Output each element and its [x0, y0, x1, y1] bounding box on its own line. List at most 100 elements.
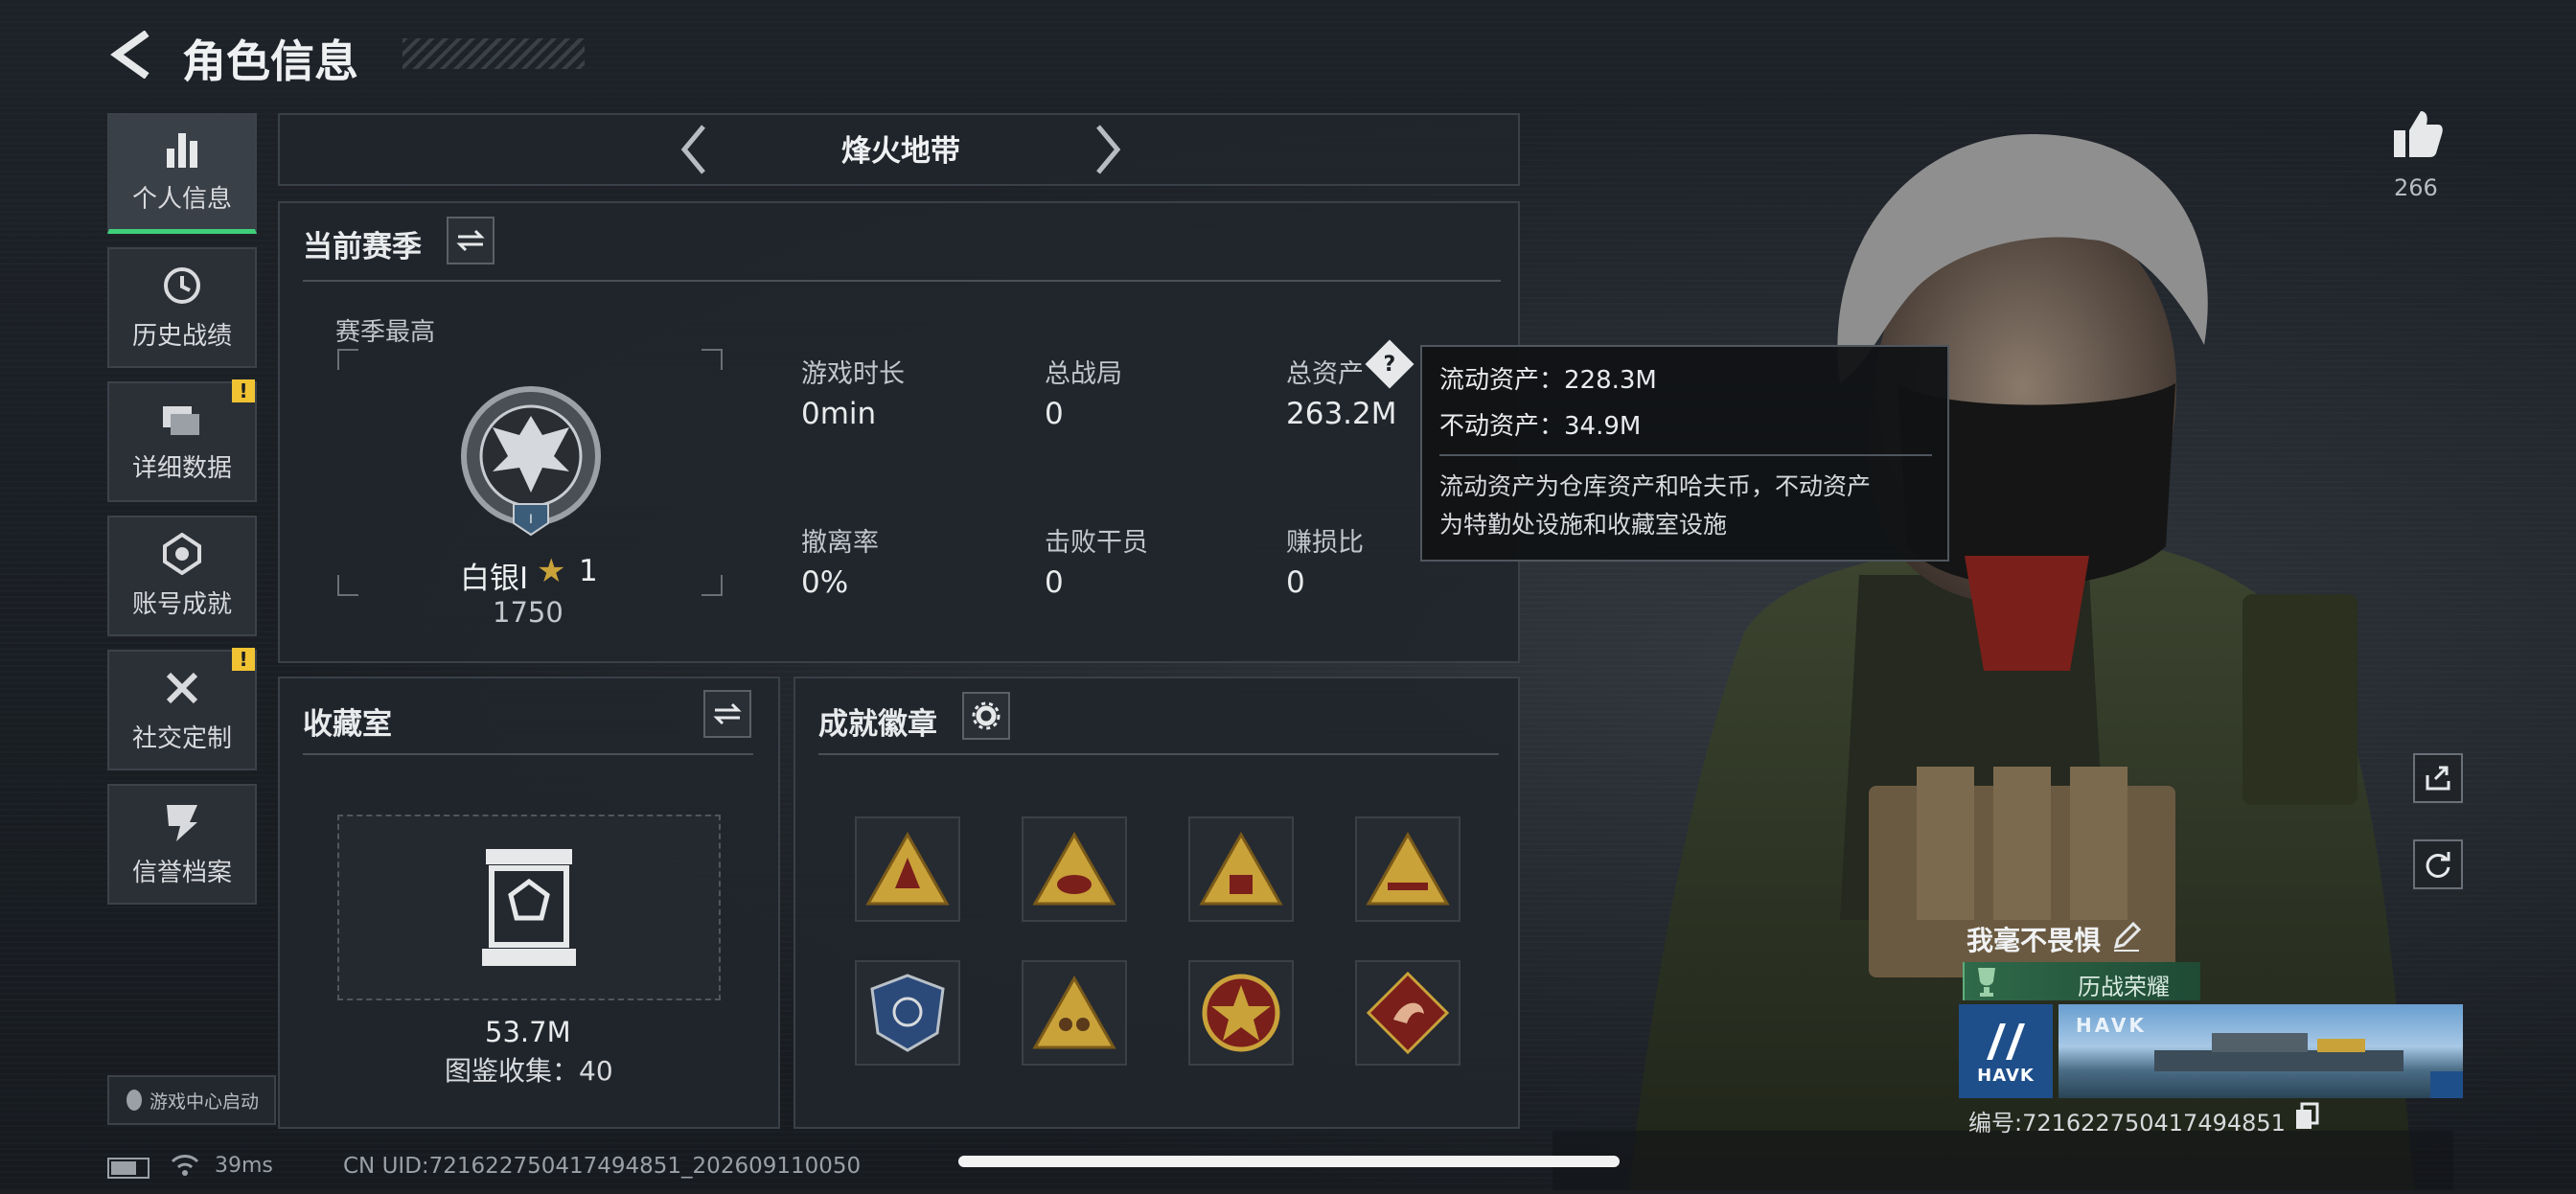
cn-uid: CN UID:721622750417494851_202609110050 — [343, 1154, 862, 1179]
like-button[interactable] — [2390, 107, 2444, 161]
achievements-settings-button[interactable] — [962, 692, 1010, 740]
sidebar-item-credit[interactable]: 信誉档案 — [107, 784, 257, 905]
thumbs-up-icon — [2394, 111, 2443, 157]
rank-star-icon: ★ — [537, 552, 566, 590]
like-count: 266 — [2394, 174, 2438, 201]
mode-prev-button[interactable] — [671, 121, 719, 178]
mode-label: 烽火地带 — [841, 134, 960, 169]
sidebar-item-history[interactable]: 历史战绩 — [107, 247, 257, 368]
total-matches-label: 总战局 — [1045, 359, 1122, 389]
mode-next-button[interactable] — [1083, 121, 1131, 178]
collection-title: 收藏室 — [303, 707, 392, 742]
tooltip-desc-line2: 为特勤处设施和收藏室设施 — [1439, 511, 1728, 539]
bar-chart-icon — [167, 133, 197, 168]
sidebar-item-label: 信誉档案 — [131, 858, 232, 887]
season-switch-button[interactable] — [447, 217, 494, 264]
honor-label: 历战荣耀 — [2078, 974, 2170, 1000]
alert-badge: ! — [232, 379, 255, 402]
game-center-button[interactable]: 游戏中心启动 — [107, 1075, 276, 1125]
brand-text: HAVK — [1977, 1065, 2035, 1086]
frame-corner — [702, 349, 723, 370]
gear-icon — [972, 701, 1000, 730]
copy-uid-button[interactable] — [2294, 1102, 2323, 1133]
tooltip-divider — [1439, 454, 1932, 456]
total-assets-value: 263.2M — [1286, 397, 1397, 431]
sidebar-item-label: 详细数据 — [131, 453, 232, 483]
rank-emblem-icon: I — [454, 379, 608, 542]
tooltip-liquid-assets: 流动资产：228.3M — [1439, 366, 1657, 395]
share-button[interactable] — [2413, 753, 2463, 803]
sidebar-item-achievements[interactable]: 账号成就 — [107, 516, 257, 636]
frame-corner — [337, 349, 358, 370]
weapon-triangle-icon — [1366, 831, 1450, 906]
trophy-triangle-icon — [865, 831, 950, 906]
back-button[interactable] — [105, 30, 163, 80]
sidebar-item-label: 社交定制 — [131, 723, 232, 753]
battery-icon — [107, 1158, 150, 1179]
title-stripe-decor — [402, 38, 585, 69]
chevron-right-icon — [1096, 125, 1121, 174]
collection-display-frame[interactable] — [337, 815, 721, 1000]
brand-logo: HAVK — [1959, 1004, 2053, 1098]
chevron-left-icon — [680, 125, 705, 174]
play-time-label: 游戏时长 — [801, 359, 905, 389]
tools-icon — [166, 672, 198, 703]
swap-icon — [713, 702, 742, 725]
edit-name-button[interactable] — [2110, 920, 2145, 953]
achievement-badge-5[interactable] — [855, 960, 960, 1066]
home-indicator[interactable] — [958, 1156, 1620, 1167]
achievement-badge-2[interactable] — [1022, 816, 1127, 922]
honor-banner: 历战荣耀 — [1963, 962, 2200, 1000]
frame-corner — [337, 575, 358, 596]
folder-icon — [163, 405, 199, 435]
player-uid: 编号:721622750417494851 — [1968, 1110, 2286, 1137]
achievement-icon — [163, 532, 201, 575]
collection-switch-button[interactable] — [703, 690, 751, 738]
pencil-icon — [2113, 921, 2142, 952]
extract-rate-label: 撤离率 — [801, 528, 879, 558]
achievement-badge-6[interactable] — [1022, 960, 1127, 1066]
achievement-badge-7[interactable] — [1188, 960, 1294, 1066]
page-title: 角色信息 — [182, 35, 358, 87]
copy-icon — [2296, 1102, 2319, 1129]
refresh-button[interactable] — [2413, 839, 2463, 889]
operators-defeated-label: 击败干员 — [1045, 528, 1148, 558]
achievements-divider — [818, 753, 1499, 755]
total-matches-value: 0 — [1045, 397, 1064, 431]
squad-triangle-icon — [1032, 975, 1116, 1049]
season-highest-label: 赛季最高 — [335, 318, 436, 347]
total-assets-label: 总资产 — [1286, 359, 1364, 389]
box-triangle-icon — [1199, 831, 1283, 906]
achievement-badge-8[interactable] — [1355, 960, 1460, 1066]
achievement-badge-4[interactable] — [1355, 816, 1460, 922]
collection-value: 53.7M — [485, 1016, 571, 1048]
operators-defeated-value: 0 — [1045, 565, 1064, 600]
display-case-icon — [482, 849, 576, 966]
alert-badge: ! — [232, 648, 255, 671]
star-medal-icon — [1202, 974, 1280, 1052]
ship-illustration — [2154, 1033, 2404, 1071]
achievement-badge-1[interactable] — [855, 816, 960, 922]
trophy-icon — [1978, 968, 1995, 997]
wifi-icon — [169, 1150, 201, 1183]
back-arrow-icon — [110, 30, 150, 80]
history-icon — [164, 266, 200, 304]
collection-catalog: 图鉴收集：40 — [445, 1055, 613, 1087]
helmet-triangle-icon — [1032, 831, 1116, 906]
sidebar-item-label: 个人信息 — [131, 185, 232, 214]
havk-logo-icon — [1987, 1022, 2025, 1060]
collection-divider — [303, 753, 753, 755]
play-time-value: 0min — [801, 397, 877, 431]
assets-tooltip: 流动资产：228.3M 不动资产：34.9M 流动资产为仓库资产和哈夫币，不动资… — [1420, 345, 1949, 562]
player-card[interactable]: 我毫不畏惧 历战荣耀 HAVK HAVK 编号:7216227504174948… — [1959, 916, 2463, 1146]
swap-icon — [456, 229, 485, 252]
season-title: 当前赛季 — [303, 230, 422, 264]
sidebar-item-personal-info[interactable]: 个人信息 — [107, 113, 257, 234]
game-center-label: 游戏中心启动 — [149, 1091, 259, 1113]
achievement-badge-3[interactable] — [1188, 816, 1294, 922]
rank-name: 白银I — [460, 562, 529, 596]
season-divider — [303, 280, 1501, 282]
svg-text:I: I — [529, 511, 533, 526]
sidebar-item-label: 历史战绩 — [131, 321, 232, 351]
banner-image: HAVK — [2058, 1004, 2463, 1098]
